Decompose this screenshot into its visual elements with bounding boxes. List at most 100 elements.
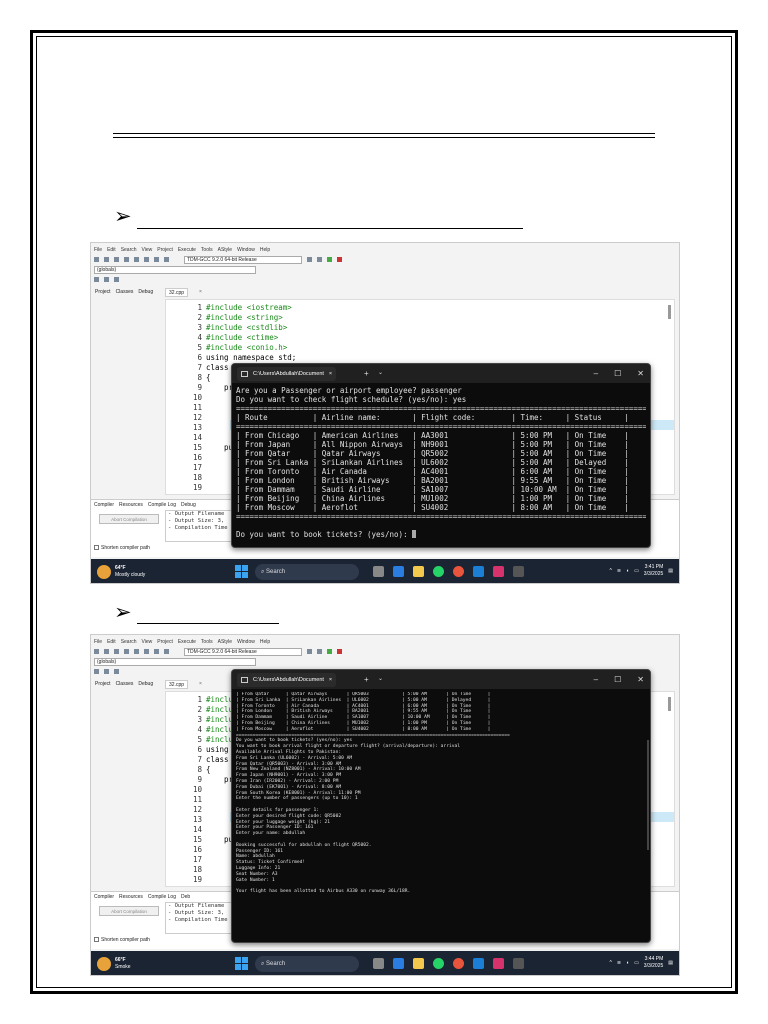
menu-item-edit[interactable]: Edit	[107, 638, 116, 646]
menu-item-execute[interactable]: Execute	[178, 638, 196, 646]
panel-tab-debug[interactable]: Debug	[137, 680, 154, 688]
save-icon[interactable]	[114, 257, 119, 262]
menu-item-file[interactable]: File	[94, 246, 102, 254]
menu-item-execute[interactable]: Execute	[178, 246, 196, 254]
menu-item-help[interactable]: Help	[260, 638, 270, 646]
shorten-path-checkbox[interactable]: Shorten compiler path	[94, 936, 150, 944]
print-icon[interactable]	[144, 649, 149, 654]
panel-tab-project[interactable]: Project	[94, 680, 112, 688]
panel-tab-classes[interactable]: Classes	[115, 288, 135, 296]
close-icon[interactable]: ✕	[637, 368, 644, 379]
editor-scrollbar[interactable]	[668, 305, 671, 319]
terminal-output[interactable]: Are you a Passenger or airport employee?…	[236, 386, 646, 545]
whatsapp-icon[interactable]	[433, 566, 444, 577]
abort-compilation-button[interactable]: Abort Compilation	[99, 514, 159, 524]
chevron-down-icon[interactable]: ⌄	[378, 674, 383, 685]
close-tab-icon[interactable]: ×	[199, 288, 202, 297]
goto-icon[interactable]	[104, 277, 109, 282]
store-icon[interactable]	[473, 958, 484, 969]
chrome-icon[interactable]	[453, 958, 464, 969]
menu-item-window[interactable]: Window	[237, 638, 255, 646]
new-file-icon[interactable]	[94, 649, 99, 654]
menu-item-file[interactable]: File	[94, 638, 102, 646]
menu-item-window[interactable]: Window	[237, 246, 255, 254]
terminal-app-icon[interactable]	[513, 958, 524, 969]
menu-item-tools[interactable]: Tools	[201, 246, 213, 254]
undo-icon[interactable]	[154, 649, 159, 654]
close-tab-icon[interactable]: ×	[329, 371, 332, 377]
bottom-tab[interactable]: Debug	[181, 501, 196, 509]
bottom-tab[interactable]: Resources	[119, 893, 143, 901]
stop-icon[interactable]	[337, 257, 342, 262]
new-file-icon[interactable]	[94, 257, 99, 262]
taskbar-search[interactable]: ⌕ Search	[255, 564, 359, 580]
save-icon[interactable]	[114, 649, 119, 654]
bottom-tab[interactable]: Compiler	[94, 893, 114, 901]
redo-icon[interactable]	[164, 257, 169, 262]
wifi-icon[interactable]: ≋	[617, 960, 621, 966]
panel-tab-classes[interactable]: Classes	[115, 680, 135, 688]
new-tab-icon[interactable]: +	[364, 368, 369, 379]
chevron-up-icon[interactable]: ^	[609, 568, 611, 574]
menu-item-view[interactable]: View	[142, 246, 153, 254]
terminal-window[interactable]: C:\Users\Abdullah\Document × + ⌄ – ☐ ✕ |…	[231, 669, 651, 943]
file-tab[interactable]: 32.cpp	[165, 288, 189, 297]
notification-icon[interactable]: ▤	[668, 960, 673, 966]
close-tab-icon[interactable]: ×	[199, 680, 202, 689]
file-tab[interactable]: 32.cpp	[165, 680, 189, 689]
windows-start-icon[interactable]	[235, 565, 248, 578]
menu-item-astyle[interactable]: AStyle	[218, 638, 232, 646]
clock[interactable]: 3:41 PM 3/3/2025	[644, 564, 663, 578]
file-explorer-icon[interactable]	[413, 958, 424, 969]
bottom-tab[interactable]: Compile Log	[148, 501, 176, 509]
menu-item-view[interactable]: View	[142, 638, 153, 646]
compiler-select[interactable]: TDM-GCC 9.2.0 64-bit Release	[184, 647, 302, 656]
panel-tab-debug[interactable]: Debug	[137, 288, 154, 296]
close-icon[interactable]: ✕	[637, 674, 644, 685]
save-all-icon[interactable]	[124, 649, 129, 654]
abort-compilation-button[interactable]: Abort Compilation	[99, 906, 159, 916]
terminal-app-icon[interactable]	[513, 566, 524, 577]
whatsapp-icon[interactable]	[433, 958, 444, 969]
new-tab-icon[interactable]: +	[364, 674, 369, 685]
compiler-select[interactable]: TDM-GCC 9.2.0 64-bit Release	[184, 255, 302, 264]
scope-select[interactable]: (globals)	[94, 658, 256, 666]
redo-icon[interactable]	[164, 649, 169, 654]
menu-item-search[interactable]: Search	[121, 638, 137, 646]
volume-icon[interactable]: ◖	[626, 568, 629, 574]
open-file-icon[interactable]	[104, 649, 109, 654]
weather-widget[interactable]: 66°F Smoke	[97, 955, 131, 973]
open-file-icon[interactable]	[104, 257, 109, 262]
battery-icon[interactable]: ▭	[634, 960, 639, 966]
terminal-tab[interactable]: C:\Users\Abdullah\Document ×	[237, 367, 337, 381]
app-icon[interactable]	[493, 958, 504, 969]
battery-icon[interactable]: ▭	[634, 568, 639, 574]
chevron-down-icon[interactable]: ⌄	[378, 368, 383, 379]
editor-scrollbar[interactable]	[668, 697, 671, 711]
bottom-tab[interactable]: Compile Log	[148, 893, 176, 901]
class-browser-icon[interactable]	[94, 669, 99, 674]
menu-item-search[interactable]: Search	[121, 246, 137, 254]
terminal-scrollbar[interactable]	[647, 740, 649, 850]
teams-icon[interactable]	[393, 958, 404, 969]
maximize-icon[interactable]: ☐	[614, 368, 621, 379]
menu-item-project[interactable]: Project	[157, 638, 173, 646]
windows-start-icon[interactable]	[235, 957, 248, 970]
menu-item-help[interactable]: Help	[260, 246, 270, 254]
terminal-tab[interactable]: C:\Users\Abdullah\Document ×	[237, 673, 337, 687]
undo-icon[interactable]	[154, 257, 159, 262]
print-icon[interactable]	[144, 257, 149, 262]
save-all-icon[interactable]	[124, 257, 129, 262]
minimize-icon[interactable]: –	[594, 368, 598, 379]
minimize-icon[interactable]: –	[594, 674, 598, 685]
menu-item-edit[interactable]: Edit	[107, 246, 116, 254]
maximize-icon[interactable]: ☐	[614, 674, 621, 685]
bottom-tab[interactable]: Resources	[119, 501, 143, 509]
compile-icon[interactable]	[307, 257, 312, 262]
notification-icon[interactable]: ▤	[668, 568, 673, 574]
goto-icon[interactable]	[104, 669, 109, 674]
terminal-output[interactable]: | From Qatar | Qatar Airways | QR5003 | …	[236, 692, 646, 940]
clock[interactable]: 3:44 PM 3/3/2025	[644, 956, 663, 970]
terminal-window[interactable]: C:\Users\Abdullah\Document × + ⌄ – ☐ ✕ A…	[231, 363, 651, 548]
run-icon[interactable]	[317, 649, 322, 654]
